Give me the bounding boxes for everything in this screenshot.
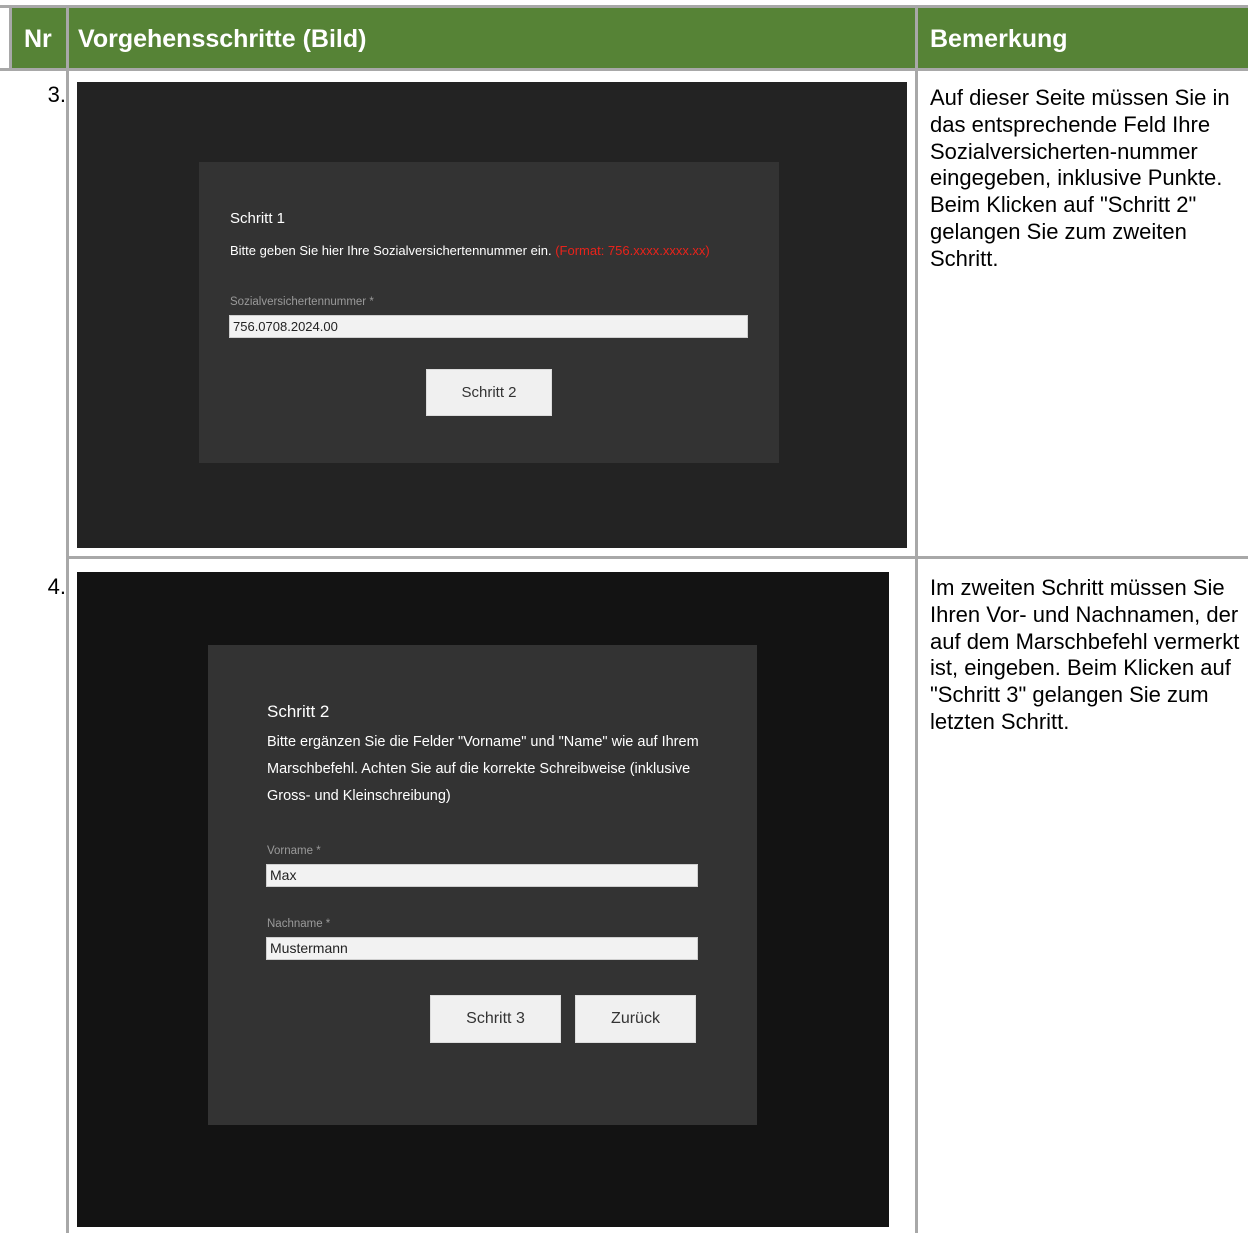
row-number: 3. bbox=[47, 82, 66, 107]
format-hint: (Format: 756.xxxx.xxxx.xx) bbox=[555, 243, 710, 258]
table-left-border bbox=[9, 5, 12, 71]
header-bottom-border bbox=[0, 68, 1248, 71]
first-name-label: Vorname * bbox=[267, 845, 321, 857]
screenshot-step-2: Schritt 2 Bitte ergänzen Sie die Felder … bbox=[77, 572, 889, 1227]
step-3-button[interactable]: Schritt 3 bbox=[430, 995, 561, 1043]
header-nr: Nr bbox=[12, 8, 68, 71]
step-instruction: Bitte ergänzen Sie die Felder "Vorname" … bbox=[267, 734, 699, 804]
step-instruction: Bitte geben Sie hier Ihre Sozialversiche… bbox=[230, 239, 750, 262]
ssn-input[interactable]: 756.0708.2024.00 bbox=[229, 315, 748, 338]
header-steps: Vorgehensschritte (Bild) bbox=[68, 8, 918, 71]
row-number: 4. bbox=[47, 574, 66, 599]
back-button[interactable]: Zurück bbox=[575, 995, 696, 1043]
table-top-border bbox=[0, 5, 1248, 8]
step-title: Schritt 2 bbox=[267, 702, 330, 721]
step-2-button[interactable]: Schritt 2 bbox=[426, 369, 552, 416]
step-card: Schritt 1 Bitte geben Sie hier Ihre Sozi… bbox=[199, 162, 779, 463]
instruction-table: Nr Vorgehensschritte (Bild) Bemerkung 3.… bbox=[0, 0, 1248, 1233]
header-note: Bemerkung bbox=[918, 8, 1248, 71]
last-name-label: Nachname * bbox=[267, 918, 331, 930]
column-divider-2 bbox=[915, 5, 918, 1233]
screenshot-step-1: Schritt 1 Bitte geben Sie hier Ihre Sozi… bbox=[77, 82, 907, 548]
row-divider bbox=[66, 556, 1248, 559]
last-name-input[interactable]: Mustermann bbox=[266, 937, 698, 960]
instruction-text: Bitte geben Sie hier Ihre Sozialversiche… bbox=[230, 243, 552, 258]
step-title: Schritt 1 bbox=[230, 210, 286, 227]
column-divider-1 bbox=[66, 5, 69, 1233]
row-note: Auf dieser Seite müssen Sie in das entsp… bbox=[930, 85, 1230, 271]
first-name-input[interactable]: Max bbox=[266, 864, 698, 887]
row-note: Im zweiten Schritt müssen Sie Ihren Vor-… bbox=[930, 575, 1240, 734]
step-card: Schritt 2 Bitte ergänzen Sie die Felder … bbox=[208, 645, 757, 1125]
ssn-field-label: Sozialversichertennummer * bbox=[230, 296, 374, 308]
